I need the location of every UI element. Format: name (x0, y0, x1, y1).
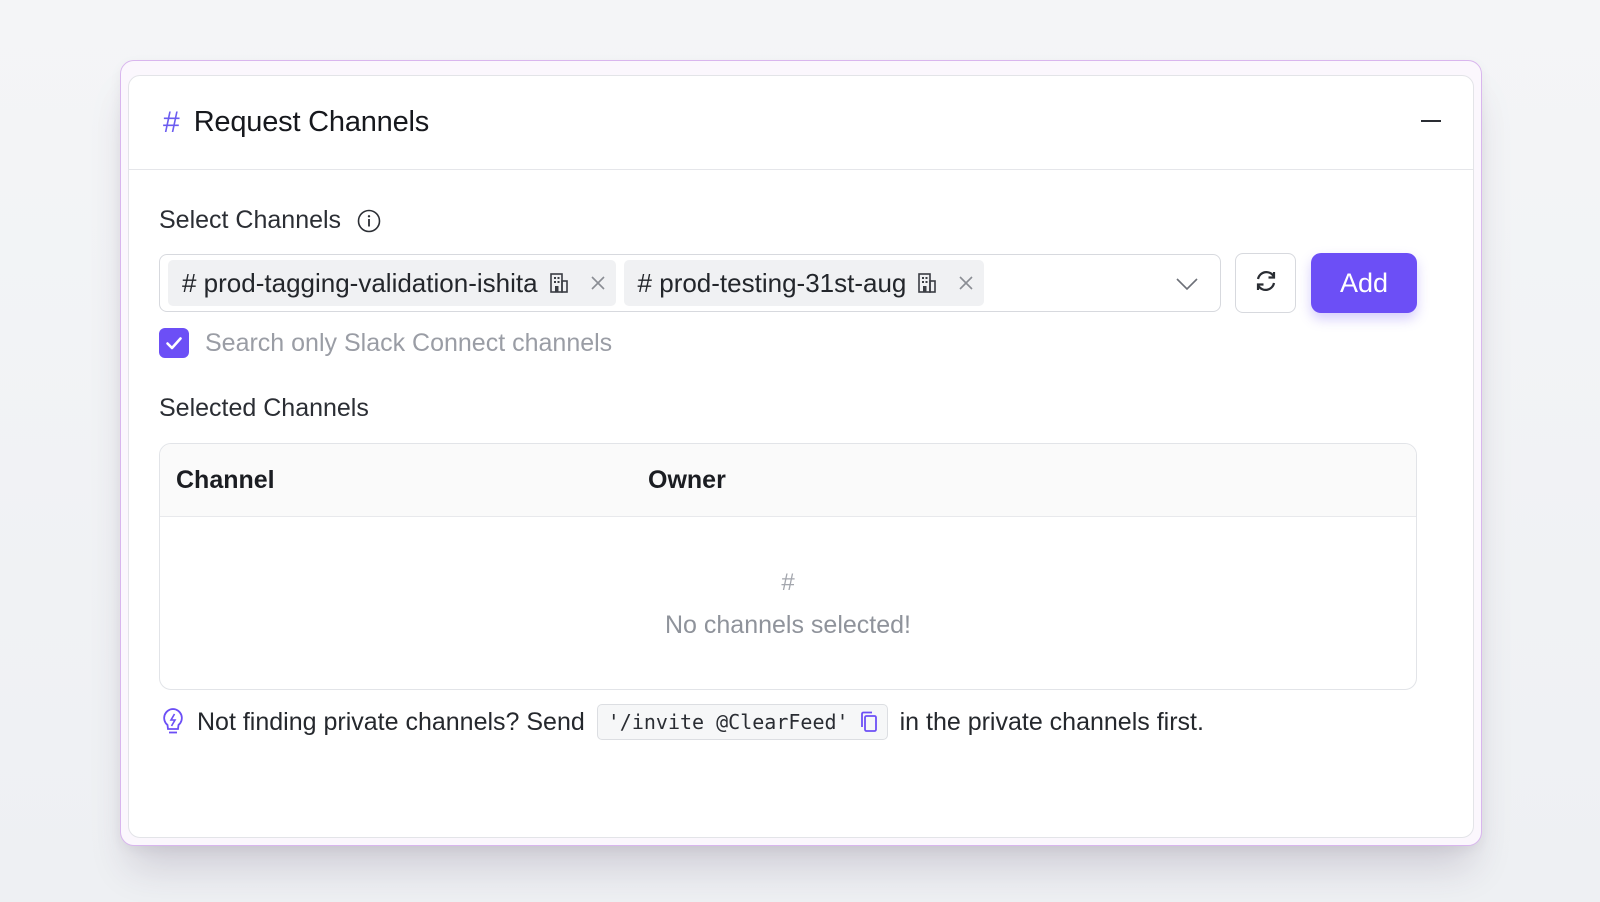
check-icon (166, 337, 182, 350)
refresh-icon (1253, 268, 1279, 299)
refresh-button[interactable] (1235, 253, 1296, 313)
channel-select[interactable]: # prod-tagging-validation-ishita # prod-… (159, 254, 1221, 312)
invite-command[interactable]: '/invite @ClearFeed' (596, 704, 888, 740)
column-header-channel: Channel (176, 466, 275, 494)
minus-icon (1421, 120, 1441, 122)
invite-command-text: '/invite @ClearFeed' (607, 710, 849, 734)
building-icon (916, 272, 938, 294)
select-channels-label-row: Select Channels (159, 206, 381, 235)
card-title: Request Channels (193, 106, 430, 138)
channel-tag-label: # prod-testing-31st-aug (637, 267, 907, 298)
request-channels-card: # Request Channels Select Channels # pro… (128, 75, 1474, 838)
select-channels-label: Select Channels (159, 206, 342, 234)
selected-channels-table: Channel Owner # No channels selected! (159, 443, 1417, 690)
building-icon (548, 272, 570, 294)
card-header: # Request Channels (129, 76, 1473, 170)
collapse-button[interactable] (1411, 106, 1451, 136)
slack-connect-label: Search only Slack Connect channels (205, 328, 613, 357)
slack-connect-filter[interactable]: Search only Slack Connect channels (159, 328, 612, 358)
close-icon[interactable] (590, 275, 606, 291)
add-button[interactable]: Add (1311, 253, 1417, 313)
private-channels-tip: Not finding private channels? Send '/inv… (161, 704, 1204, 740)
selected-channels-label: Selected Channels (159, 394, 369, 422)
close-icon[interactable] (958, 275, 974, 291)
slack-connect-checkbox[interactable] (159, 328, 189, 358)
hash-icon: # (163, 105, 180, 139)
info-icon[interactable] (357, 209, 381, 233)
channel-tag-label: # prod-tagging-validation-ishita (182, 267, 538, 298)
empty-state-text: No channels selected! (665, 610, 911, 639)
tip-text-after: in the private channels first. (899, 707, 1204, 736)
empty-state: # No channels selected! (160, 517, 1416, 689)
tip-text-before: Not finding private channels? Send (197, 707, 585, 736)
table-header: Channel Owner (160, 444, 1416, 517)
hash-icon: # (781, 568, 795, 596)
copy-icon[interactable] (859, 711, 879, 733)
column-header-owner: Owner (648, 466, 726, 494)
chevron-down-icon[interactable] (1174, 272, 1200, 296)
channel-tag: # prod-testing-31st-aug (623, 260, 985, 306)
lightbulb-icon (161, 707, 185, 737)
channel-tag: # prod-tagging-validation-ishita (168, 260, 616, 306)
